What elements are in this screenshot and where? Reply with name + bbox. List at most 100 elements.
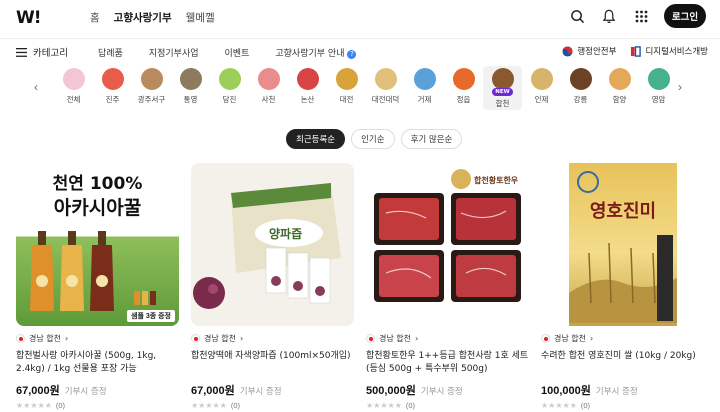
region-item[interactable]: 당진 [210,66,249,110]
subnav-guide-label: 고향사랑기부 안내 [275,49,345,59]
taegeuk-icon [562,45,573,57]
region-item[interactable]: 영암 [639,66,678,110]
region-item[interactable]: 전체 [54,66,93,110]
region-item[interactable]: 대전 [327,66,366,110]
nav-welmekkel[interactable]: 웰메껠 [186,10,215,25]
product-price: 67,000원 [191,385,235,397]
subnav-gifts[interactable]: 답례품 [98,46,123,59]
hamburger-icon [16,47,27,57]
region-item[interactable]: 사천 [249,66,288,110]
region-tag[interactable]: 경남 합천 › [16,333,179,344]
chevron-left-icon[interactable]: ‹ [34,80,38,94]
donate-label: 기부시 증정 [239,387,282,397]
bell-icon[interactable] [600,7,618,25]
search-icon[interactable] [568,7,586,25]
new-badge: NEW [492,88,513,96]
subnav-items: 답례품 지정기부사업 이벤트 고향사랑기부 안내? [98,46,357,59]
region-label: 당진 [222,95,237,104]
product-card[interactable]: 영호진미 경남 합천 › 수려한 합천 영호진미 쌀 (10kg / 20kg) … [541,163,704,410]
product-card[interactable]: 양파즙 경남 합천 › 합천양떡애 자색양파즙 (100ml×50개입) 67,0… [191,163,354,410]
grid-menu-icon[interactable] [632,7,650,25]
logo[interactable]: W! [16,8,41,28]
sort-popular[interactable]: 인기순 [351,129,395,149]
subnav-guide[interactable]: 고향사랑기부 안내? [275,46,357,59]
product-card[interactable]: 합천황토한우 경남 합천 › 합천황토한우 1++등급 합천사랑 1호 세트 (등… [366,163,529,410]
region-label: 함양 [612,95,627,104]
sample-badge: 샘플 3종 증정 [127,310,175,322]
rice-seal-icon [577,171,599,193]
product-name[interactable]: 수려한 합천 영호진미 쌀 (10kg / 20kg) [541,350,704,376]
product-grid: 천연 100% 아카시아꿀 샘플 3종 증정 경남 합천 › 합천벌사랑 아카시아… [16,163,704,410]
donate-label: 기부시 증정 [420,387,463,397]
nav-home[interactable]: 홈 [90,10,100,25]
region-label: 강릉 [573,95,588,104]
review-count: (0) [580,401,591,410]
chevron-right-icon[interactable]: › [678,80,682,94]
review-count: (0) [405,401,416,410]
region-item[interactable]: 진주 [93,66,132,110]
partner-mois[interactable]: 행정안전부 [562,45,616,57]
subnav-events[interactable]: 이벤트 [225,46,250,59]
top-icons: 로그인 [568,4,706,28]
star-icon: ★★★★★ [191,401,227,410]
login-button[interactable]: 로그인 [664,4,706,28]
region-tag[interactable]: 경남 합천 › [541,333,704,344]
subnav-designated-projects[interactable]: 지정기부사업 [149,46,199,59]
donate-label: 기부시 증정 [595,387,638,397]
region-mascot-icon [62,68,85,90]
region-mascot-icon [140,68,163,90]
sort-reviews[interactable]: 후기 많은순 [400,129,463,149]
sub-nav: 카테고리 답례품 지정기부사업 이벤트 고향사랑기부 안내? 행정안전부 디지털… [0,38,720,64]
review-count: (0) [230,401,241,410]
region-item[interactable]: 논산 [288,66,327,110]
top-nav: 홈 고향사랑기부 웰메껠 [90,10,215,25]
region-item[interactable]: 통영 [171,66,210,110]
top-bar: W! 홈 고향사랑기부 웰메껠 로그인 [0,0,720,34]
partner-digital[interactable]: 디지털서비스개방 [630,45,708,57]
region-item[interactable]: 함양 [600,66,639,110]
product-name[interactable]: 합천양떡애 자색양파즙 (100ml×50개입) [191,350,354,376]
review-count: (0) [55,401,66,410]
honey-headline: 천연 100% [52,174,143,194]
beef-brand-label: 합천황토한우 [474,176,519,185]
partner-mois-label: 행정안전부 [577,47,617,57]
help-icon: ? [347,49,357,59]
sort-recent[interactable]: 최근등록순 [286,129,346,149]
chevron-right-icon: › [64,334,69,343]
product-card[interactable]: 천연 100% 아카시아꿀 샘플 3종 증정 경남 합천 › 합천벌사랑 아카시아… [16,163,179,410]
region-label: 거제 [417,95,432,104]
region-item[interactable]: 정읍 [444,66,483,110]
product-image-honey[interactable]: 천연 100% 아카시아꿀 샘플 3종 증정 [16,163,179,326]
region-label: 논산 [300,95,315,104]
partner-logos: 행정안전부 디지털서비스개방 [562,45,708,57]
product-price: 100,000원 [541,385,591,397]
region-item[interactable]: 인제 [522,66,561,110]
region-label: 전체 [66,95,81,104]
region-item[interactable]: 광주서구 [132,66,171,110]
region-item[interactable]: 대전대덕 [366,66,405,110]
product-price: 500,000원 [366,385,416,397]
region-tag[interactable]: 경남 합천 › [191,333,354,344]
region-mascot-icon [608,68,631,90]
product-name[interactable]: 합천벌사랑 아카시아꿀 (500g, 1kg, 2.4kg) / 1kg 선물용… [16,350,179,376]
region-label: 정읍 [456,95,471,104]
region-item[interactable]: 거제 [405,66,444,110]
region-tag[interactable]: 경남 합천 › [366,333,529,344]
sort-options: 최근등록순 인기순 후기 많은순 [286,129,463,149]
product-image-onion-juice[interactable]: 양파즙 [191,163,354,326]
region-name: 경남 합천 [554,334,586,343]
product-image-beef[interactable]: 합천황토한우 [366,163,529,326]
donate-label: 기부시 증정 [64,387,107,397]
product-image-rice[interactable]: 영호진미 [541,163,704,326]
region-item[interactable]: 강릉 [561,66,600,110]
category-button[interactable]: 카테고리 [16,45,68,59]
region-mascot-icon [530,68,553,90]
region-item[interactable]: NEW 합천 [483,66,522,110]
nav-hometown-donation[interactable]: 고향사랑기부 [114,10,172,25]
region-mascot-icon [101,68,124,90]
region-emblem-icon [366,334,375,343]
region-emblem-icon [191,334,200,343]
product-name[interactable]: 합천황토한우 1++등급 합천사랑 1호 세트 (등심 500g + 특수부위 … [366,350,529,376]
region-label: 영암 [651,95,666,104]
region-mascot-icon [413,68,436,90]
